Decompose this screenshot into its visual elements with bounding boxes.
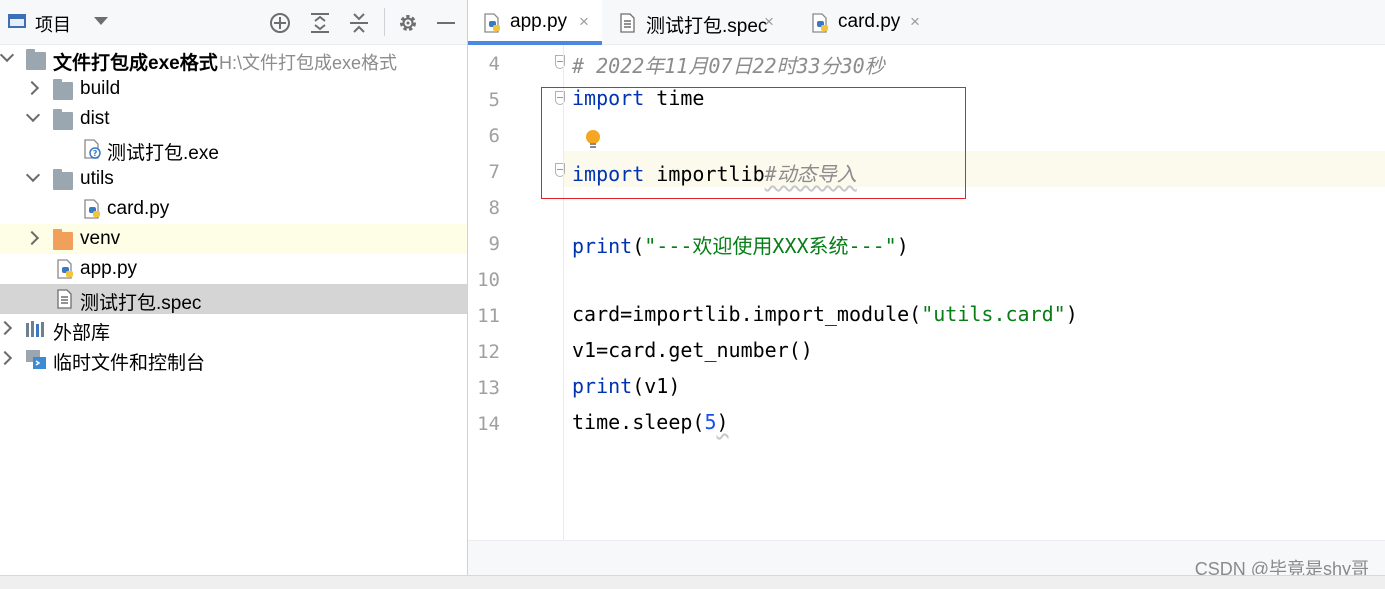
code-text: ) [896, 234, 909, 258]
gear-icon[interactable] [396, 11, 420, 35]
code-line-4[interactable]: # 2022年11月07日22时33分30秒 [572, 50, 885, 79]
python-file-icon [55, 259, 75, 279]
folder-icon [53, 169, 73, 190]
builtin: print [572, 234, 633, 258]
chevron-right-icon[interactable] [24, 230, 40, 246]
builtin: print [572, 374, 633, 398]
line-number: 4 [488, 53, 500, 75]
tree-item-dist[interactable]: dist [0, 104, 467, 134]
editor-tab-bar: app.py × 测试打包.spec × card.py × [468, 0, 1385, 45]
collapse-all-icon[interactable] [347, 11, 371, 35]
minimize-icon[interactable] [434, 11, 458, 35]
chevron-down-icon[interactable] [25, 107, 41, 123]
line-number: 7 [488, 161, 500, 183]
crosshair-icon[interactable] [268, 11, 292, 35]
code-text: (v1) [632, 374, 681, 398]
code-line-12[interactable]: v1=card.get_number() [572, 338, 813, 362]
code-text: card=importlib.import_module( [572, 302, 922, 326]
tree-item-external-libs[interactable]: 外部库 [0, 314, 467, 344]
tab-label: 测试打包.spec [646, 16, 768, 37]
tree-item-card-py[interactable]: card.py [0, 194, 467, 224]
chevron-right-icon[interactable] [0, 350, 13, 366]
excluded-folder-icon [53, 229, 73, 250]
editor: app.py × 测试打包.spec × card.py × 4 5 6 7 8… [468, 0, 1385, 576]
tree-item-scratches[interactable]: 临时文件和控制台 [0, 344, 467, 374]
code-text: ) [716, 410, 729, 434]
root-path: H:\文件打包成exe格式 [219, 53, 398, 73]
line-number: 14 [477, 413, 500, 435]
project-panel-title[interactable]: 项目 [35, 11, 71, 37]
string-literal: "utils.card" [921, 302, 1066, 326]
project-panel-header: 项目 [0, 0, 467, 45]
chevron-down-icon[interactable] [25, 167, 41, 183]
tab-label: app.py [510, 11, 568, 32]
tree-item-label: 文件打包成exe格式 [53, 53, 218, 74]
line-number: 6 [488, 125, 500, 147]
tree-item-utils[interactable]: utils [0, 164, 467, 194]
tree-item-label: 外部库 [53, 323, 111, 344]
tab-app-py[interactable]: app.py × [468, 0, 602, 45]
tree-item-label: 测试打包.spec [80, 293, 202, 314]
close-icon[interactable]: × [764, 12, 774, 32]
python-file-icon [482, 13, 502, 33]
text-file-icon [55, 289, 75, 309]
svg-text:?: ? [93, 149, 98, 158]
tab-spec[interactable]: 测试打包.spec × [604, 0, 790, 44]
tree-item-label: app.py [80, 258, 138, 279]
number-literal: 5 [704, 410, 717, 434]
chevron-down-icon[interactable] [0, 47, 15, 63]
python-file-icon [82, 199, 102, 219]
code-line-13[interactable]: print(v1) [572, 374, 680, 398]
unknown-file-icon: ? [82, 139, 102, 159]
tree-item-label: venv [80, 228, 121, 249]
string-literal: "---欢迎使用XXX系统---" [644, 234, 897, 258]
line-number: 5 [488, 89, 500, 111]
tree-item-exe[interactable]: ? 测试打包.exe [0, 134, 467, 164]
code-text: ( [632, 234, 645, 258]
code-line-9[interactable]: print("---欢迎使用XXX系统---") [572, 230, 909, 259]
line-number: 13 [477, 377, 500, 399]
line-number: 12 [477, 341, 500, 363]
tree-item-venv[interactable]: venv [0, 224, 467, 254]
close-icon[interactable]: × [910, 12, 920, 32]
code-line-11[interactable]: card=importlib.import_module("utils.card… [572, 302, 1078, 326]
tree-item-spec[interactable]: 测试打包.spec [0, 284, 467, 314]
library-icon [25, 319, 45, 337]
line-number: 8 [488, 197, 500, 219]
line-number: 10 [477, 269, 500, 291]
tree-item-app-py[interactable]: app.py [0, 254, 467, 284]
code-line-14[interactable]: time.sleep(5) [572, 410, 729, 434]
line-number: 9 [488, 233, 500, 255]
code-text: ) [1065, 302, 1078, 326]
tree-item-label: dist [80, 108, 110, 129]
project-view-icon[interactable] [8, 14, 26, 28]
tree-item-label: 测试打包.exe [107, 143, 219, 164]
code-text: time.sleep( [572, 410, 705, 434]
folder-icon [26, 49, 46, 70]
scratches-icon [25, 348, 46, 369]
tree-item-label: utils [80, 168, 114, 189]
tree-item-root[interactable]: 文件打包成exe格式 H:\文件打包成exe格式 [0, 44, 467, 74]
tree-item-build[interactable]: build [0, 74, 467, 104]
tab-card-py[interactable]: card.py × [796, 0, 926, 44]
python-file-icon [810, 13, 830, 33]
line-number: 11 [477, 305, 500, 327]
tab-label: card.py [838, 11, 901, 32]
chevron-right-icon[interactable] [24, 80, 40, 96]
chevron-right-icon[interactable] [0, 320, 13, 336]
annotation-box [541, 87, 966, 199]
tree-item-label: card.py [107, 198, 170, 219]
expand-all-icon[interactable] [308, 11, 332, 35]
folder-icon [53, 109, 73, 130]
status-bar [0, 575, 1385, 589]
header-separator [384, 8, 385, 36]
text-file-icon [618, 13, 638, 33]
close-icon[interactable]: × [579, 12, 589, 32]
project-panel: 项目 文件打包成exe格式 H:\文件打包成exe格式 build dist ?… [0, 0, 467, 575]
tree-item-label: 临时文件和控制台 [53, 353, 206, 374]
chevron-down-icon[interactable] [94, 17, 108, 25]
folder-icon [53, 79, 73, 100]
tree-item-label: build [80, 78, 121, 99]
